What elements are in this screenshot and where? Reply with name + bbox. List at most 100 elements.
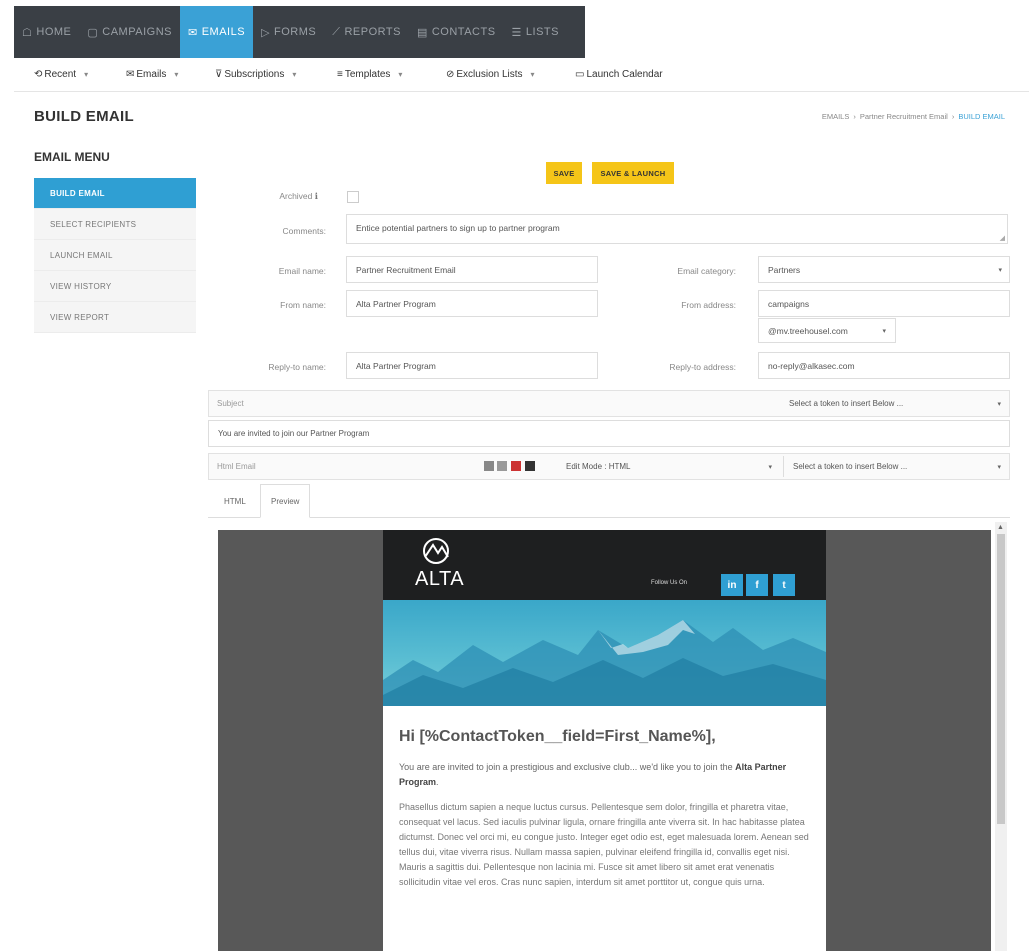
logo-text: ALTA: [415, 568, 465, 590]
side-menu-build-email[interactable]: BUILD EMAIL: [34, 178, 196, 209]
chevron-down-icon: ▾: [997, 463, 1001, 471]
forms-icon: ▷: [261, 26, 271, 39]
email-name-label: Email name:: [278, 266, 326, 276]
nav-tab-contacts[interactable]: ▤ CONTACTS: [409, 6, 504, 58]
reply-to-address-input[interactable]: no-reply@alkasec.com: [758, 352, 1010, 379]
side-menu-view-report[interactable]: VIEW REPORT: [34, 302, 196, 333]
code-icon[interactable]: [525, 461, 535, 471]
from-address-input[interactable]: campaigns: [758, 290, 1010, 317]
from-domain-select[interactable]: @mv.treehousel.com ▾: [758, 318, 896, 343]
intro-paragraph: You are are invited to join a prestigiou…: [399, 762, 787, 787]
subnav-launch-calendar[interactable]: ▭ Launch Calendar: [575, 69, 663, 80]
editor-tabs: HTML Preview: [208, 484, 1010, 518]
tab-preview[interactable]: Preview: [260, 484, 311, 518]
html-email-label: Html Email: [217, 462, 256, 471]
facebook-icon[interactable]: f: [746, 574, 768, 596]
info-icon: ℹ: [314, 191, 318, 201]
from-name-label: From name:: [280, 300, 326, 310]
chevron-down-icon: ▾: [768, 463, 772, 471]
html-token-select[interactable]: Select a token to insert Below ... ▾: [783, 456, 1008, 477]
campaigns-icon: ▢: [87, 26, 99, 39]
nav-tab-reports[interactable]: ⟋ REPORTS: [324, 6, 409, 58]
home-icon: ☖: [22, 26, 33, 39]
nav-tab-forms[interactable]: ▷ FORMS: [253, 6, 324, 58]
email-side-menu: BUILD EMAIL SELECT RECIPIENTS LAUNCH EMAIL…: [34, 178, 196, 333]
nav-tab-label: CONTACTS: [431, 26, 496, 38]
save-button[interactable]: SAVE: [546, 162, 582, 184]
side-menu-view-history[interactable]: VIEW HISTORY: [34, 271, 196, 302]
comments-textarea[interactable]: Entice potential partners to sign up to …: [346, 214, 1008, 244]
chevron-down-icon: ▾: [84, 70, 89, 79]
templates-icon: ≡: [337, 69, 343, 80]
scrollbar-thumb[interactable]: [997, 534, 1005, 824]
subnav-label: Recent: [44, 69, 77, 80]
subnav-emails[interactable]: ✉ Emails ▾: [126, 69, 178, 80]
nav-tab-label: HOME: [36, 26, 72, 38]
mountain-banner-image: [383, 600, 826, 706]
subject-token-select[interactable]: Select a token to insert Below ... ▾: [780, 393, 1008, 414]
pdf-icon[interactable]: [511, 461, 521, 471]
email-header: ALTA Follow Us On in f t: [383, 530, 826, 600]
subnav-label: Exclusion Lists: [456, 69, 523, 80]
breadcrumb-current: BUILD EMAIL: [958, 112, 1005, 121]
follow-us-text: Follow Us On: [651, 580, 688, 586]
email-body: Hi [%ContactToken__field=First_Name%], Y…: [383, 706, 826, 890]
linkedin-icon[interactable]: in: [721, 574, 743, 596]
email-category-select[interactable]: Partners ▾: [758, 256, 1010, 283]
greeting-heading: Hi [%ContactToken__field=First_Name%],: [399, 728, 716, 745]
nav-tab-emails[interactable]: ✉ EMAILS: [179, 6, 254, 58]
chevron-down-icon: ▾: [530, 70, 535, 79]
breadcrumb-emails[interactable]: EMAILS: [822, 112, 850, 121]
image-icon[interactable]: [497, 461, 507, 471]
subnav-label: Emails: [136, 69, 167, 80]
reply-to-address-label: Reply-to address:: [669, 362, 736, 372]
recent-icon: ⟲: [34, 69, 43, 80]
subnav-templates[interactable]: ≡ Templates ▾: [337, 69, 402, 80]
subject-input[interactable]: You are invited to join our Partner Prog…: [208, 420, 1010, 447]
breadcrumb: EMAILS › Partner Recruitment Email › BUILD E…: [821, 112, 1005, 121]
subject-label: Subject: [217, 399, 244, 408]
reply-to-name-input[interactable]: Alta Partner Program: [346, 352, 598, 379]
resize-handle-icon: ◢: [999, 235, 1005, 242]
subnav-subscriptions[interactable]: ⊽ Subscriptions ▾: [215, 69, 296, 80]
from-address-label: From address:: [681, 300, 736, 310]
save-and-launch-button[interactable]: SAVE & LAUNCH: [592, 162, 674, 184]
twitter-icon[interactable]: t: [773, 574, 795, 596]
lists-icon: ☰: [511, 26, 522, 39]
chevron-down-icon: ▾: [998, 266, 1002, 274]
filter-icon: ⊽: [215, 69, 223, 80]
contacts-icon: ▤: [416, 26, 428, 39]
subnav-label: Templates: [344, 69, 391, 80]
side-menu-select-recipients[interactable]: SELECT RECIPIENTS: [34, 209, 196, 240]
html-email-bar: Html Email Edit Mode : HTML ▾ Select a to…: [208, 453, 1010, 480]
scroll-up-icon[interactable]: ▲: [997, 524, 1004, 531]
sub-navigation: ⟲ Recent ▾ ✉ Emails ▾ ⊽ Subscriptions ▾ ≡ Template…: [14, 58, 1029, 92]
preview-scrollbar[interactable]: ▲: [995, 522, 1007, 951]
nav-tab-home[interactable]: ☖ HOME: [14, 6, 79, 58]
from-name-input[interactable]: Alta Partner Program: [346, 290, 598, 317]
format-icon[interactable]: [484, 461, 494, 471]
nav-tab-label: REPORTS: [344, 26, 401, 38]
chevron-down-icon: ▾: [174, 70, 179, 79]
email-name-input[interactable]: Partner Recruitment Email: [346, 256, 598, 283]
nav-tab-label: FORMS: [274, 26, 317, 38]
chevron-down-icon: ▾: [997, 400, 1001, 408]
email-icon: ✉: [187, 26, 198, 39]
edit-mode-select[interactable]: Edit Mode : HTML ▾: [557, 456, 779, 477]
breadcrumb-email-name[interactable]: Partner Recruitment Email: [860, 112, 948, 121]
side-menu-launch-email[interactable]: LAUNCH EMAIL: [34, 240, 196, 271]
tab-html[interactable]: HTML: [224, 484, 246, 518]
nav-tab-lists[interactable]: ☰ LISTS: [504, 6, 567, 58]
alta-logo-icon: [423, 538, 449, 564]
email-menu-title: EMAIL MENU: [34, 150, 110, 164]
chevron-down-icon: ▾: [398, 70, 403, 79]
archived-label: Archived ℹ: [279, 191, 318, 201]
subnav-label: Launch Calendar: [586, 69, 663, 80]
archived-checkbox[interactable]: [347, 191, 359, 203]
subnav-recent[interactable]: ⟲ Recent ▾: [34, 69, 88, 80]
nav-tab-campaigns[interactable]: ▢ CAMPAIGNS: [79, 6, 180, 58]
subnav-exclusion-lists[interactable]: ⊘ Exclusion Lists ▾: [446, 69, 535, 80]
chevron-down-icon: ▾: [882, 327, 886, 335]
comments-label: Comments:: [282, 226, 326, 236]
calendar-icon: ▭: [575, 69, 585, 80]
